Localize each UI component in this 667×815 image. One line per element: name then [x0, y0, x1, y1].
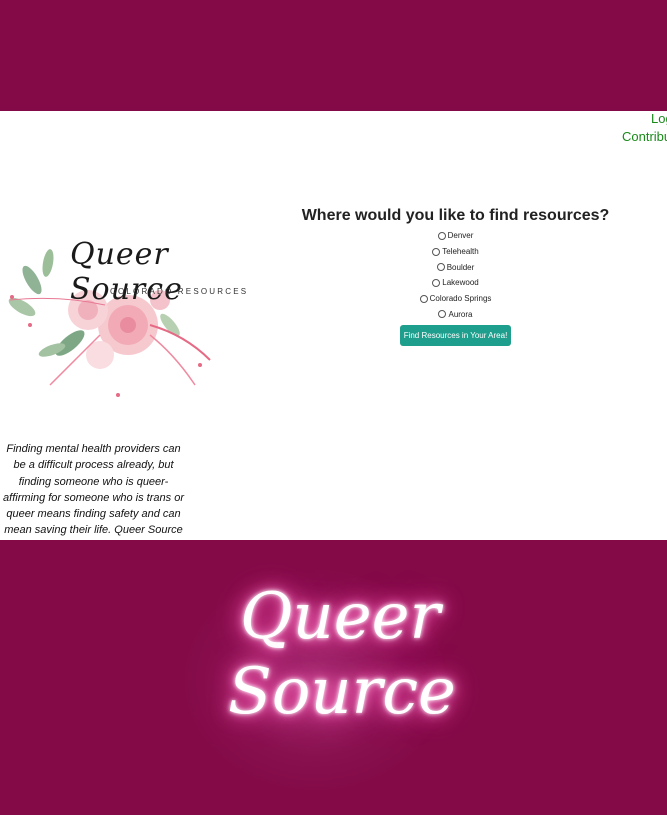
- option-denver[interactable]: Denver: [300, 228, 611, 244]
- login-link[interactable]: Log: [651, 111, 667, 126]
- footer-band: Queer Source: [0, 540, 667, 815]
- location-finder: Where would you like to find resources? …: [300, 204, 611, 347]
- option-label: Aurora: [448, 309, 473, 319]
- radio-denver[interactable]: [437, 231, 446, 240]
- radio-telehealth[interactable]: [432, 247, 441, 256]
- header-band: [0, 0, 667, 111]
- option-label: Colorado Springs: [429, 294, 492, 304]
- intro-text: Finding mental health providers can be a…: [3, 443, 184, 553]
- option-telehealth[interactable]: Telehealth: [300, 244, 611, 260]
- option-label: Lakewood: [442, 278, 479, 288]
- find-resources-button[interactable]: Find Resources in Your Area!: [399, 325, 512, 347]
- option-label: Boulder: [446, 262, 475, 272]
- finder-title: Where would you like to find resources?: [301, 207, 610, 224]
- option-aurora[interactable]: Aurora: [300, 306, 611, 322]
- radio-lakewood[interactable]: [432, 278, 441, 287]
- logo-subtitle: COLORADO RESOURCES: [110, 287, 249, 296]
- option-lakewood[interactable]: Lakewood: [300, 275, 611, 291]
- option-label: Denver: [447, 231, 474, 241]
- radio-colorado-springs[interactable]: [419, 294, 428, 303]
- radio-aurora[interactable]: [438, 310, 447, 319]
- option-label: Telehealth: [442, 247, 479, 257]
- option-colorado-springs[interactable]: Colorado Springs: [300, 291, 611, 307]
- option-boulder[interactable]: Boulder: [300, 259, 611, 275]
- logo-script-text: Queer Source: [70, 237, 183, 307]
- logo: Queer Source COLORADO RESOURCES: [0, 215, 250, 410]
- neon-sign-line1: Queer: [240, 580, 441, 654]
- contribute-link[interactable]: Contribu: [622, 129, 667, 144]
- neon-sign-line2: Source: [228, 655, 456, 729]
- radio-boulder[interactable]: [436, 263, 445, 272]
